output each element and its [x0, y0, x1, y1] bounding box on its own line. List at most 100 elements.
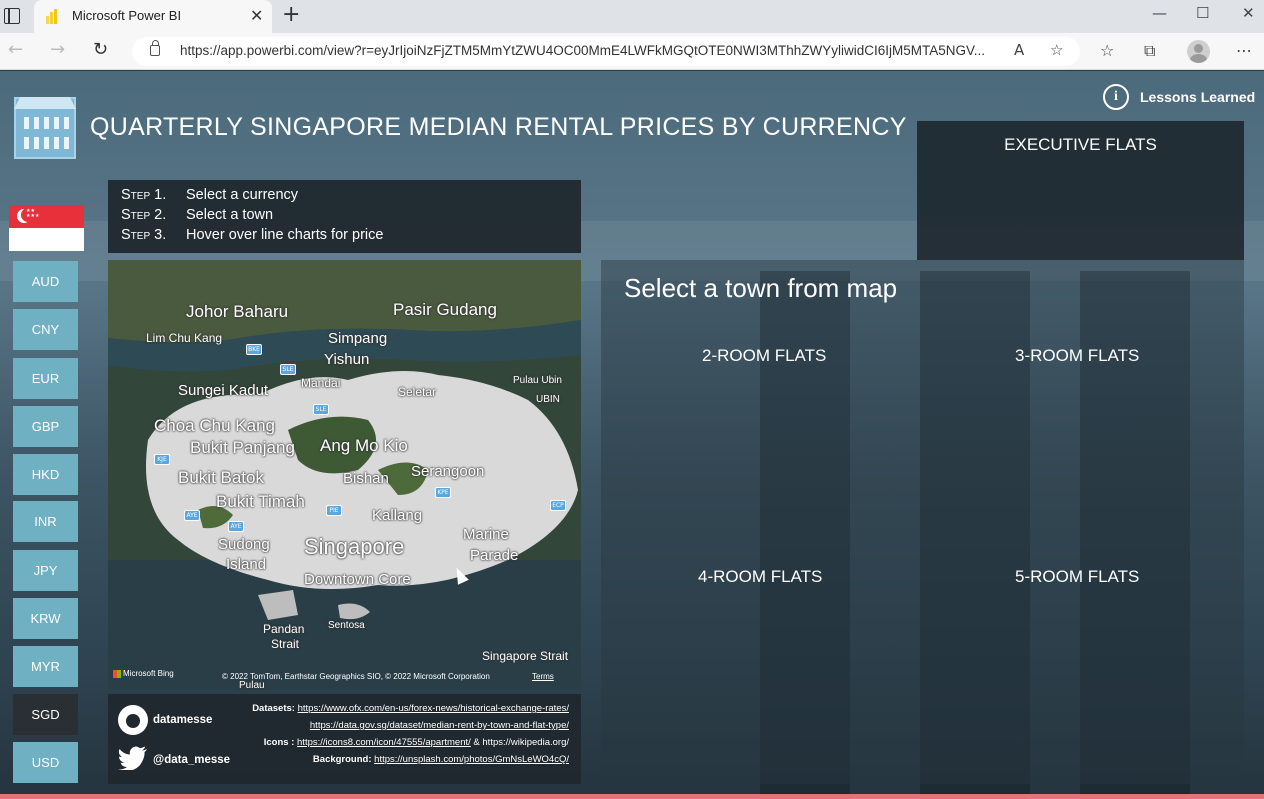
map-label: Singapore Strait [482, 649, 569, 663]
close-tab-icon[interactable]: ✕ [250, 6, 263, 25]
map-label: Lim Chu Kang [146, 331, 223, 345]
map-label: Parade [470, 547, 519, 564]
lock-icon [150, 40, 160, 56]
highway-shield: SLE [313, 404, 329, 415]
map-label: Pulau Ubin [513, 375, 562, 386]
highway-shield: AYE [184, 510, 200, 521]
collections-icon[interactable]: ⧉ [1144, 41, 1155, 61]
dataset-link-datagov[interactable]: https://data.gov.sg/dataset/median-rent-… [310, 720, 569, 731]
icons8-link[interactable]: https://icons8.com/icon/47555/apartment/ [297, 737, 471, 748]
currency-button-eur[interactable]: EUR [13, 358, 78, 399]
bottom-decor-bar [0, 794, 1264, 799]
step-1: Step 1. Select a currency [121, 187, 299, 203]
browser-toolbar: ← → ↻ https://app.powerbi.com/view?r=eyJ… [0, 33, 1264, 70]
favorites-icon[interactable]: ☆ [1100, 41, 1114, 60]
address-bar[interactable]: https://app.powerbi.com/view?r=eyJrIjoiN… [132, 37, 1080, 66]
map-label: Kallang [372, 507, 423, 524]
map-label: Ang Mo Kio [320, 436, 408, 455]
step-2: Step 2. Select a town [121, 207, 274, 223]
wikipedia-link[interactable]: https://wikipedia.org/ [482, 737, 569, 748]
add-favorite-icon[interactable]: ☆ [1050, 41, 1063, 59]
github-handle[interactable]: datamesse [153, 714, 212, 726]
highway-shield: PIE [326, 505, 342, 516]
executive-flats-chart[interactable]: EXECUTIVE FLATS [917, 121, 1244, 260]
map-label: Singapore [304, 534, 405, 559]
currency-button-gbp[interactable]: GBP [13, 406, 78, 447]
github-icon[interactable] [118, 705, 148, 735]
refresh-icon[interactable]: ↻ [93, 39, 108, 60]
apartment-logo-icon [14, 97, 76, 159]
highway-shield: ECP [550, 500, 566, 511]
currency-button-inr[interactable]: INR [13, 501, 78, 542]
map-label: Sentosa [328, 620, 365, 631]
four-room-flats-chart[interactable]: 4-ROOM FLATS [698, 567, 822, 587]
powerbi-report-canvas: QUARTERLY SINGAPORE MEDIAN RENTAL PRICES… [0, 71, 1264, 799]
map-label: Choa Chu Kang [154, 416, 275, 435]
step-3: Step 3. Hover over line charts for price [121, 227, 384, 243]
town-prompt: Select a town from map [624, 273, 898, 303]
highway-shield: SLE [280, 364, 296, 375]
two-room-flats-chart[interactable]: 2-ROOM FLATS [702, 346, 826, 366]
dataset-link-ofx[interactable]: https://www.ofx.com/en-us/forex-news/his… [298, 703, 569, 714]
currency-button-krw[interactable]: KRW [13, 598, 78, 639]
twitter-icon[interactable] [118, 746, 148, 770]
three-room-flats-chart[interactable]: 3-ROOM FLATS [1015, 346, 1139, 366]
map-label: Bukit Batok [178, 468, 264, 487]
map-label: Yishun [324, 351, 370, 368]
map-label: Johor Baharu [186, 302, 289, 321]
unsplash-link[interactable]: https://unsplash.com/photos/GmNsLeWO4cQ/ [374, 754, 569, 765]
map-label: Strait [271, 637, 300, 651]
datasets-credit: Datasets: https://www.ofx.com/en-us/fore… [252, 703, 569, 714]
powerbi-favicon-icon [46, 9, 60, 24]
url-text[interactable]: https://app.powerbi.com/view?r=eyJrIjoiN… [180, 43, 1010, 58]
map-label: Marine [463, 526, 509, 543]
maximize-icon[interactable]: ☐ [1196, 4, 1209, 22]
map-label: Sudong [218, 536, 270, 553]
report-title: QUARTERLY SINGAPORE MEDIAN RENTAL PRICES… [90, 113, 907, 141]
map-label: Simpang [328, 330, 388, 347]
map-terms-link[interactable]: Terms [532, 672, 554, 681]
browser-tab[interactable]: Microsoft Power BI ✕ [34, 0, 272, 33]
currency-button-myr[interactable]: MYR [13, 646, 78, 687]
lessons-learned-label: Lessons Learned [1140, 89, 1256, 105]
map-label: Serangoon [411, 463, 485, 480]
back-icon[interactable]: ← [8, 39, 23, 60]
singapore-flag-icon: ★★ ★★★ [9, 205, 84, 251]
highway-shield: BKE [246, 344, 262, 355]
map-label: Pulau [239, 680, 265, 690]
currency-button-sgd[interactable]: SGD [13, 694, 78, 735]
five-room-flats-chart[interactable]: 5-ROOM FLATS [1015, 567, 1139, 587]
background-credit: Background: https://unsplash.com/photos/… [312, 754, 569, 765]
twitter-handle[interactable]: @data_messe [153, 754, 230, 766]
icons-credit: Icons : https://icons8.com/icon/47555/ap… [263, 737, 569, 748]
bing-logo: Microsoft Bing [113, 669, 174, 678]
map-label: Pasir Gudang [393, 300, 497, 319]
forward-icon[interactable]: → [50, 39, 65, 60]
more-options-icon[interactable]: ⋯ [1236, 41, 1252, 60]
new-tab-button[interactable]: + [282, 2, 300, 27]
singapore-town-map[interactable]: Johor Baharu Pasir Gudang Lim Chu Kang S… [108, 260, 581, 690]
close-window-icon[interactable]: ✕ [1242, 4, 1255, 22]
map-label: Downtown Core [304, 571, 411, 588]
highway-shield: KJE [154, 454, 170, 465]
currency-button-aud[interactable]: AUD [13, 261, 78, 302]
map-label: Island [226, 556, 267, 573]
currency-button-usd[interactable]: USD [13, 742, 78, 783]
currency-button-hkd[interactable]: HKD [13, 454, 78, 495]
browser-tab-bar: Microsoft Power BI ✕ + — ☐ ✕ [0, 0, 1264, 33]
map-label: Pandan [263, 622, 305, 636]
map-label: Mandai [301, 376, 341, 390]
map-label: Seletar [398, 385, 437, 399]
info-icon: i [1103, 84, 1129, 110]
read-aloud-icon[interactable]: A [1014, 41, 1024, 59]
minimize-icon[interactable]: — [1152, 4, 1167, 22]
profile-avatar[interactable] [1187, 40, 1210, 63]
currency-button-jpy[interactable]: JPY [13, 550, 78, 591]
flat-type-charts-panel: Select a town from map 2-ROOM FLATS 3-RO… [601, 260, 1244, 784]
instructions-panel: Step 1. Select a currency Step 2. Select a… [108, 180, 581, 253]
currency-button-cny[interactable]: CNY [13, 309, 78, 350]
credits-panel: datamesse @data_messe Datasets: https://… [108, 694, 581, 784]
highway-shield: AYE [228, 521, 244, 532]
tab-actions-icon[interactable] [4, 8, 20, 24]
map-label: UBIN [536, 394, 560, 405]
